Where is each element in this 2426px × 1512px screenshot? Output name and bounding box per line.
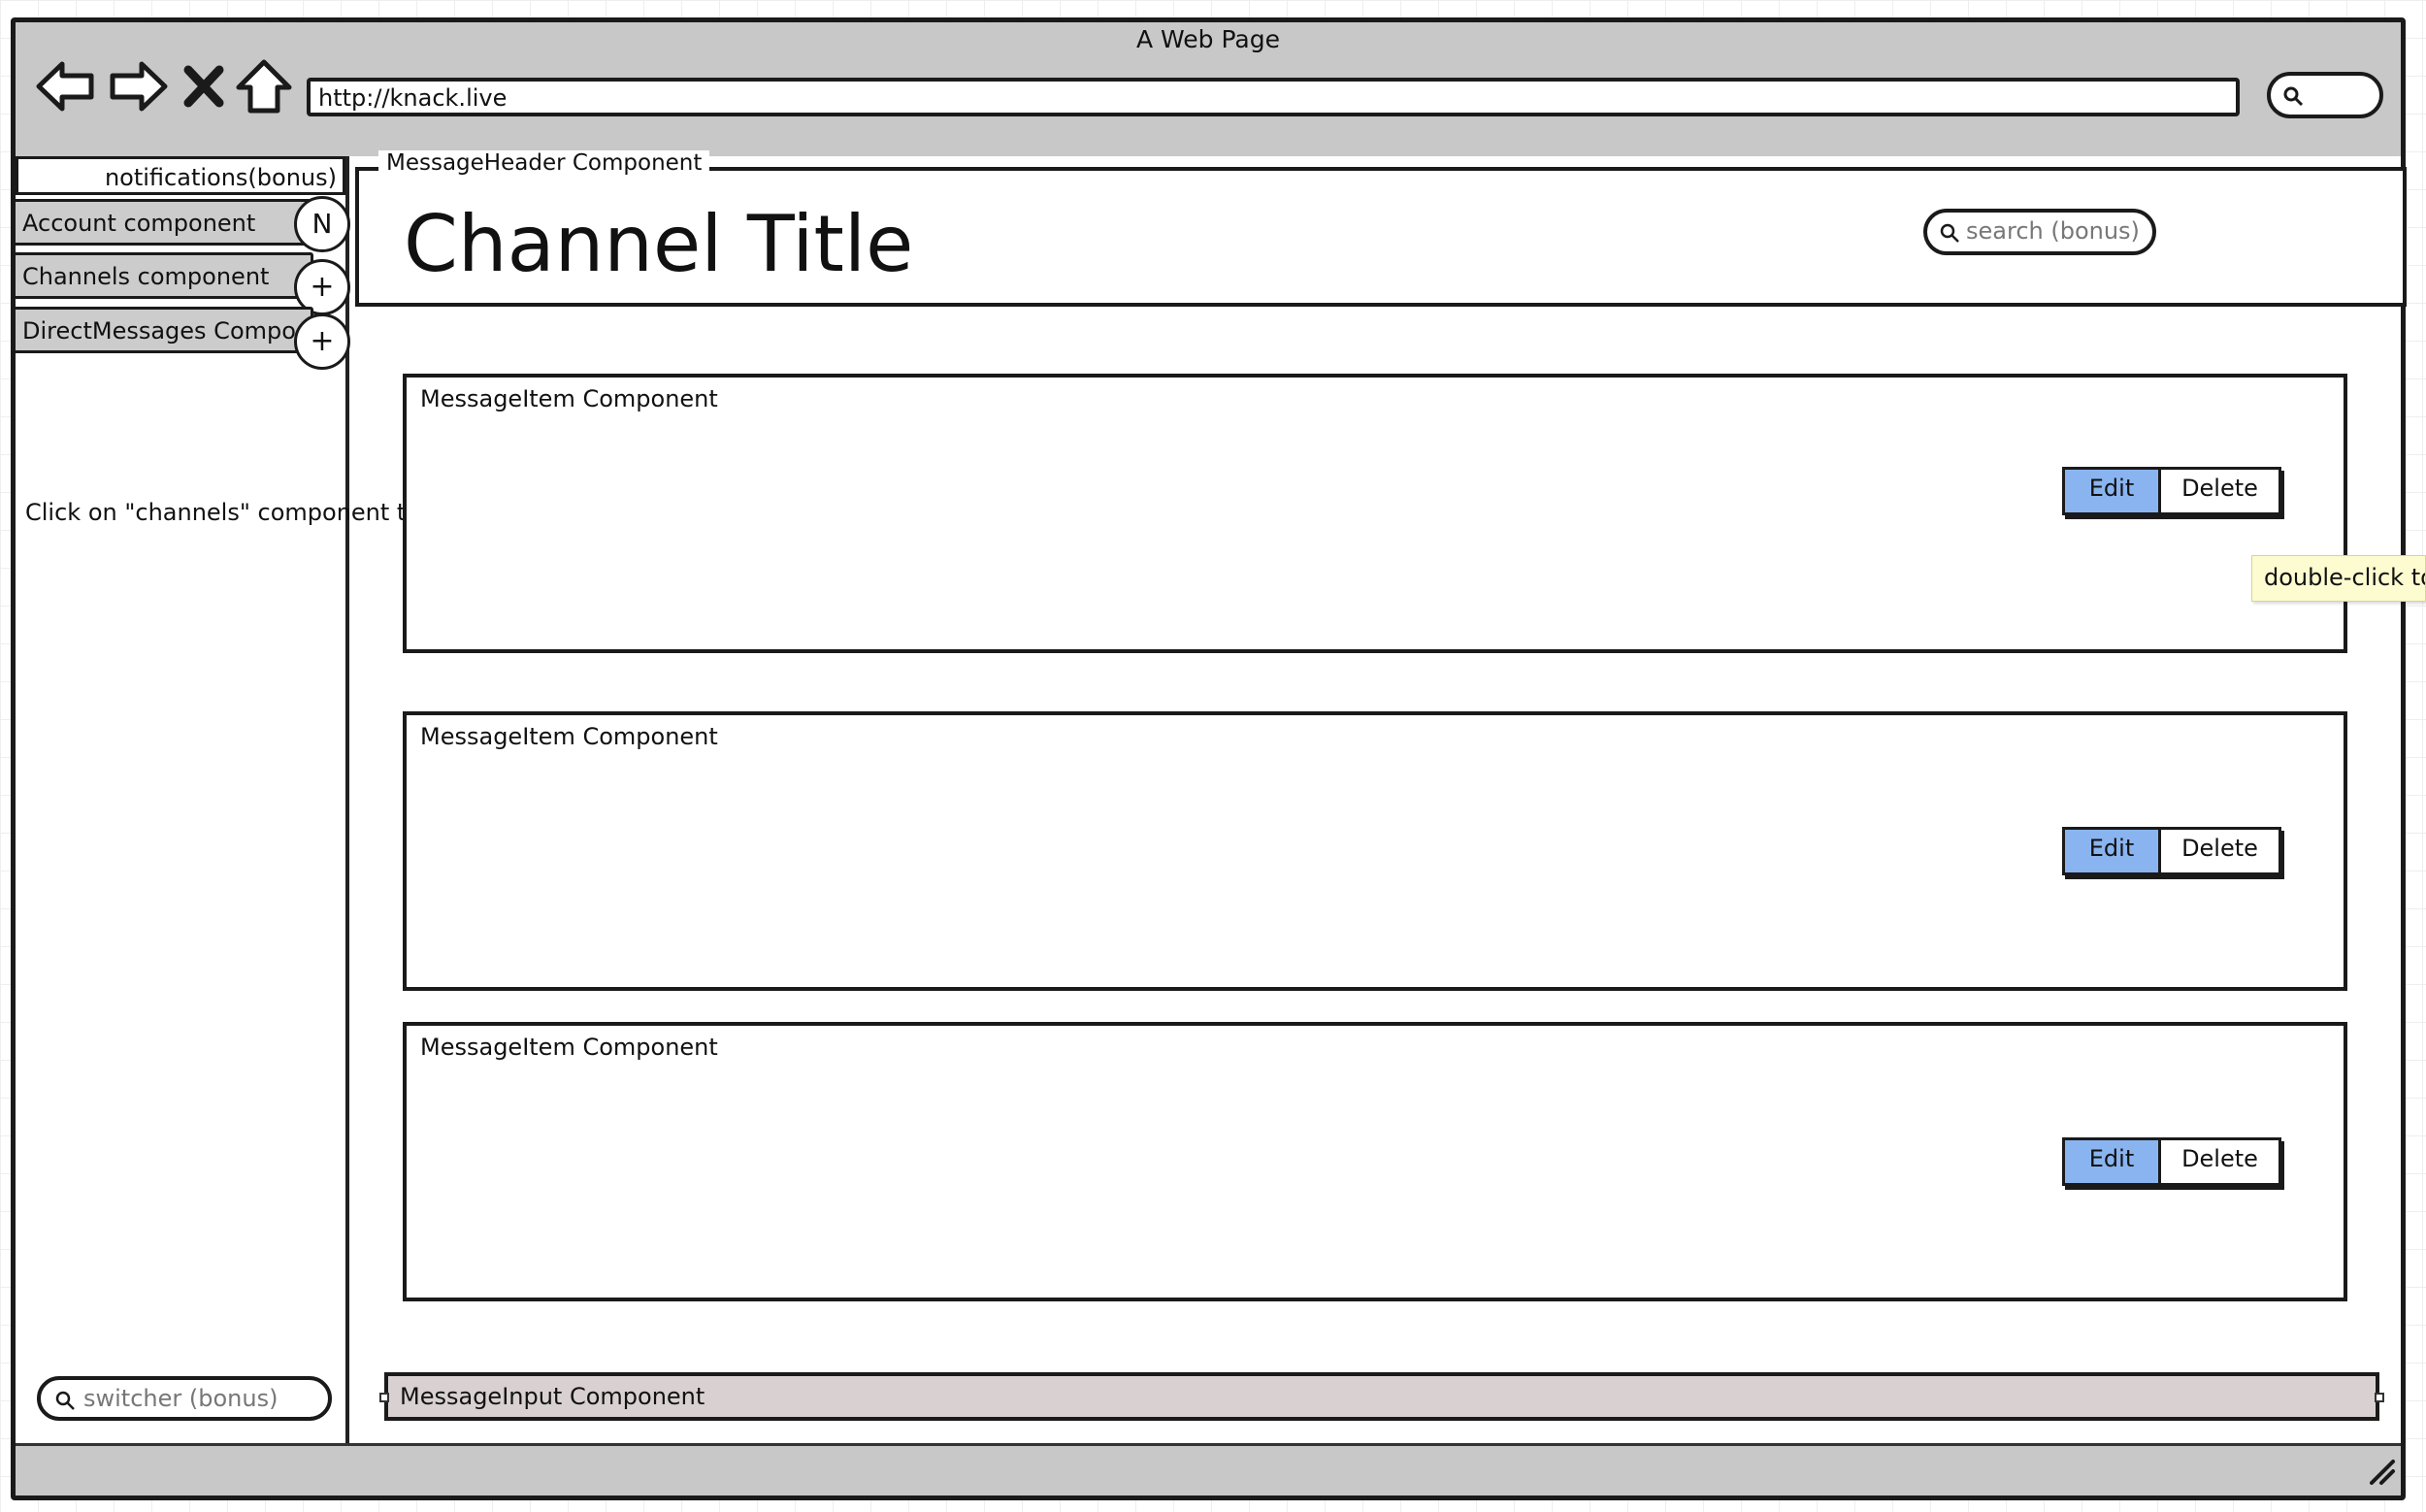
resize-handle-left[interactable] [379,1393,389,1402]
message-item: MessageItem Component Edit Delete [403,374,2347,653]
delete-button[interactable]: Delete [2161,470,2278,512]
message-item-label: MessageItem Component [420,1034,718,1061]
message-header-legend: MessageHeader Component [378,150,710,176]
message-item: MessageItem Component Edit Delete [403,1022,2347,1301]
message-actions: Edit Delete [2062,827,2281,875]
message-item-label: MessageItem Component [420,723,718,750]
search-icon [55,1391,75,1410]
message-search-input[interactable]: search (bonus) [1923,209,2156,255]
search-icon [2283,86,2304,107]
forward-arrow-icon[interactable] [107,56,169,116]
browser-search-field[interactable] [2267,72,2383,118]
search-placeholder: search (bonus) [1966,217,2140,245]
message-item: MessageItem Component Edit Delete [403,711,2347,991]
back-arrow-icon[interactable] [35,56,97,116]
message-actions: Edit Delete [2062,467,2281,515]
close-x-icon[interactable] [180,56,227,116]
resize-handle-right[interactable] [2375,1393,2384,1402]
message-input[interactable]: MessageInput Component [384,1372,2379,1421]
sidebar-item-direct-messages[interactable]: DirectMessages Compo [13,307,313,353]
switcher-search-input[interactable]: switcher (bonus) [37,1376,332,1421]
delete-button[interactable]: Delete [2161,830,2278,872]
url-bar[interactable]: http://knack.live [307,78,2240,116]
message-item-label: MessageItem Component [420,385,718,412]
message-actions: Edit Delete [2062,1137,2281,1186]
status-bar [16,1443,2401,1496]
delete-button[interactable]: Delete [2161,1140,2278,1183]
resize-grip-icon[interactable] [2366,1456,2397,1487]
edit-button[interactable]: Edit [2065,1140,2161,1183]
switcher-placeholder: switcher (bonus) [83,1385,279,1412]
sidebar-item-channels[interactable]: Channels component [13,252,313,299]
account-avatar-button[interactable]: N [294,196,350,252]
sidebar-item-account[interactable]: Account component [13,199,313,246]
edit-button[interactable]: Edit [2065,470,2161,512]
add-direct-message-button[interactable]: + [294,313,350,370]
home-icon[interactable] [233,56,295,116]
window-title: A Web Page [1135,25,1281,53]
tooltip: double-click to [2251,555,2426,602]
notifications-bar[interactable]: notifications(bonus) [16,156,345,195]
edit-button[interactable]: Edit [2065,830,2161,872]
channel-title: Channel Title [404,199,914,289]
search-icon [1940,223,1959,243]
